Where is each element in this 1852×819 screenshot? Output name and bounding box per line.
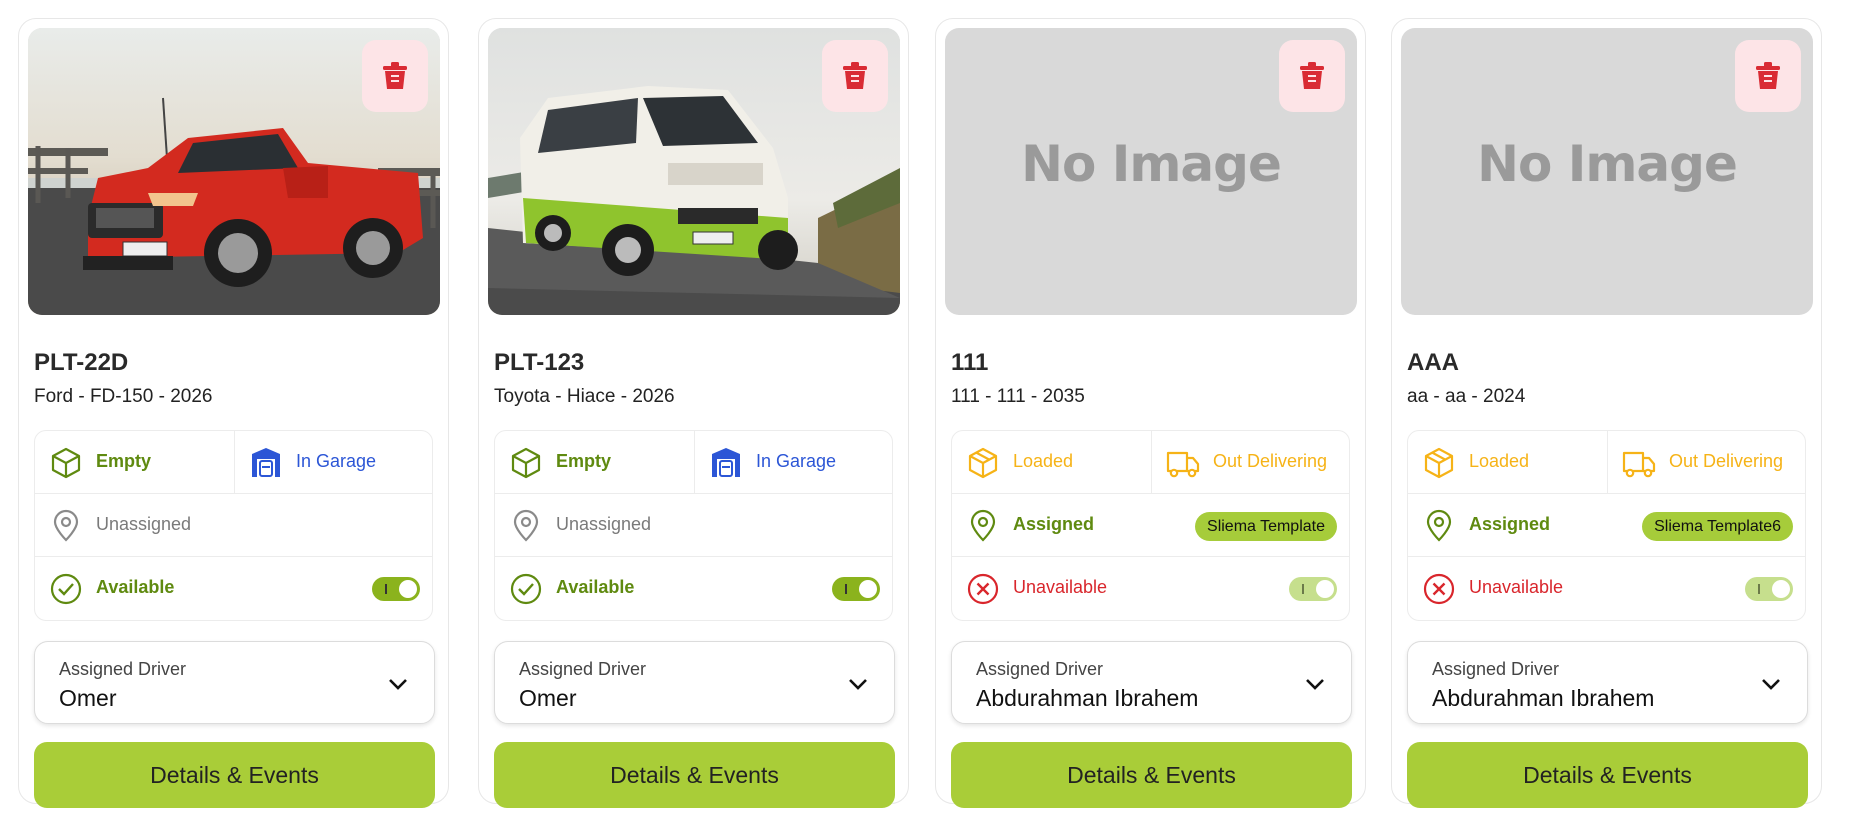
status-panel: Empty In Garage Unassigned Available (494, 430, 893, 621)
vehicle-photo (488, 28, 900, 315)
chevron-down-icon (1306, 679, 1324, 690)
availability-toggle[interactable] (372, 577, 420, 601)
status-panel: Loaded Out Delivering Assigned Sliema Te… (1407, 430, 1806, 621)
delete-button[interactable] (1279, 40, 1345, 112)
x-circle-icon (967, 573, 999, 605)
trash-icon (1300, 62, 1324, 89)
load-status: Empty (495, 431, 695, 494)
box-icon (51, 447, 81, 479)
location-status: Out Delivering (1608, 431, 1805, 494)
details-events-button[interactable]: Details & Events (494, 742, 895, 808)
assignment-tag[interactable]: Sliema Template6 (1642, 512, 1793, 541)
assignment-tag[interactable]: Sliema Template (1195, 512, 1337, 541)
vehicle-card: No Image 111 111 - 111 - 2035 Loaded Out… (935, 18, 1366, 808)
details-events-button[interactable]: Details & Events (951, 742, 1352, 808)
x-circle-icon (1423, 573, 1455, 605)
vehicle-plate: 111 (951, 349, 989, 376)
vehicle-card-grid: PLT-22D Ford - FD-150 - 2026 Empty In Ga… (0, 0, 1852, 819)
status-panel: Loaded Out Delivering Assigned Sliema Te… (951, 430, 1350, 621)
trash-icon (1756, 62, 1780, 89)
assignment-status: Unassigned (35, 494, 432, 557)
location-status: In Garage (695, 431, 892, 494)
delete-button[interactable] (362, 40, 428, 112)
vehicle-make-model-year: aa - aa - 2024 (1407, 386, 1526, 407)
loaded-box-icon (1424, 447, 1454, 479)
assigned-driver-value: Abdurahman Ibrahem (976, 685, 1199, 711)
assigned-driver-label: Assigned Driver (1432, 659, 1560, 679)
availability-status: Available (495, 557, 892, 620)
check-circle-icon (50, 573, 82, 605)
availability-toggle[interactable] (1289, 577, 1337, 601)
location-status: Out Delivering (1152, 431, 1349, 494)
assigned-driver-value: Omer (59, 685, 117, 711)
details-events-button[interactable]: Details & Events (1407, 742, 1808, 808)
assigned-driver-select[interactable]: Assigned Driver Omer (494, 641, 895, 724)
assigned-driver-value: Abdurahman Ibrahem (1432, 685, 1655, 711)
delivery-truck-icon (1166, 451, 1200, 478)
location-pin-icon (970, 509, 996, 542)
location-status: In Garage (235, 431, 432, 494)
garage-icon (252, 448, 280, 477)
assigned-driver-value: Omer (519, 685, 577, 711)
vehicle-plate: AAA (1407, 349, 1459, 376)
box-icon (511, 447, 541, 479)
delivery-truck-icon (1622, 451, 1656, 478)
assignment-status: Unassigned (495, 494, 892, 557)
location-pin-icon (513, 509, 539, 542)
vehicle-photo-placeholder: No Image (1401, 28, 1813, 315)
assigned-driver-select[interactable]: Assigned Driver Omer (34, 641, 435, 724)
delete-button[interactable] (1735, 40, 1801, 112)
location-pin-icon (53, 509, 79, 542)
vehicle-plate: PLT-22D (34, 349, 129, 376)
assigned-driver-label: Assigned Driver (976, 659, 1104, 679)
load-status: Loaded (952, 431, 1152, 494)
availability-status: Unavailable (1408, 557, 1805, 620)
vehicle-plate: PLT-123 (494, 349, 585, 376)
trash-icon (843, 62, 867, 89)
availability-toggle[interactable] (832, 577, 880, 601)
assignment-status: Assigned Sliema Template6 (1408, 494, 1805, 557)
chevron-down-icon (1762, 679, 1780, 690)
assigned-driver-label: Assigned Driver (519, 659, 647, 679)
check-circle-icon (510, 573, 542, 605)
status-panel: Empty In Garage Unassigned Available (34, 430, 433, 621)
chevron-down-icon (849, 679, 867, 690)
details-events-button[interactable]: Details & Events (34, 742, 435, 808)
location-pin-icon (1426, 509, 1452, 542)
loaded-box-icon (968, 447, 998, 479)
vehicle-photo (28, 28, 440, 315)
trash-icon (383, 62, 407, 89)
vehicle-card: No Image AAA aa - aa - 2024 Loaded Out D… (1391, 18, 1822, 808)
availability-toggle[interactable] (1745, 577, 1793, 601)
vehicle-make-model-year: Toyota - Hiace - 2026 (494, 386, 675, 407)
vehicle-card: PLT-22D Ford - FD-150 - 2026 Empty In Ga… (18, 18, 449, 808)
assignment-status: Assigned Sliema Template (952, 494, 1349, 557)
load-status: Loaded (1408, 431, 1608, 494)
availability-status: Unavailable (952, 557, 1349, 620)
assigned-driver-label: Assigned Driver (59, 659, 187, 679)
chevron-down-icon (389, 679, 407, 690)
vehicle-photo-placeholder: No Image (945, 28, 1357, 315)
assigned-driver-select[interactable]: Assigned Driver Abdurahman Ibrahem (1407, 641, 1808, 724)
delete-button[interactable] (822, 40, 888, 112)
load-status: Empty (35, 431, 235, 494)
vehicle-make-model-year: 111 - 111 - 2035 (951, 386, 1085, 407)
availability-status: Available (35, 557, 432, 620)
assigned-driver-select[interactable]: Assigned Driver Abdurahman Ibrahem (951, 641, 1352, 724)
garage-icon (712, 448, 740, 477)
vehicle-make-model-year: Ford - FD-150 - 2026 (34, 386, 213, 407)
vehicle-card: PLT-123 Toyota - Hiace - 2026 Empty In G… (478, 18, 909, 808)
